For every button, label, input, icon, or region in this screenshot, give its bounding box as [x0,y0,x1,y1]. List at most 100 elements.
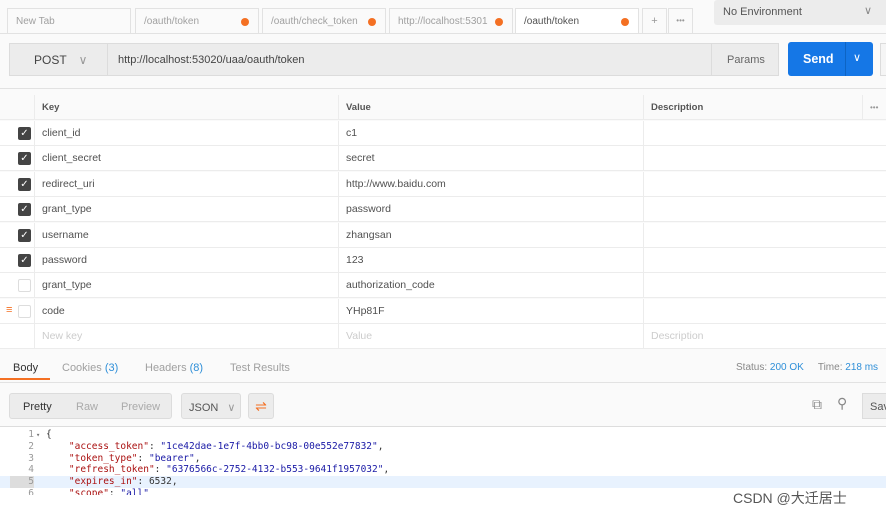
param-key[interactable]: client_id [34,121,338,146]
param-key[interactable]: grant_type [34,273,338,299]
code-token: "1ce42dae-1e7f-4bb0-bc98-00e552e77832" [160,440,378,452]
wrap-lines-icon[interactable]: ⇌ [248,393,274,419]
send-label: Send [803,52,834,66]
param-value[interactable]: YHp81F [338,298,643,324]
drag-handle-icon[interactable]: ≡ [6,304,12,316]
param-value[interactable]: password [338,197,643,223]
code-token: "token_type" [46,452,138,464]
row-checkbox[interactable]: ✓ [18,152,31,166]
cookies-count: (3) [104,362,119,374]
param-description[interactable] [643,146,886,172]
params-table-header: Key Value Description ••• [0,95,886,120]
tab-headers[interactable]: Headers (8) [145,362,203,374]
code-token: , [383,464,390,476]
param-row: ✓ redirect_uri http://www.baidu.com [0,171,886,197]
view-pretty[interactable]: Pretty [23,401,52,413]
fold-arrow-icon[interactable]: ▾ [36,429,40,441]
response-body-editor[interactable]: 1 ▾ {2 "access_token": "1ce42dae-1e7f-4bb0… [0,426,886,495]
line-number: 3 [28,452,34,464]
request-tab[interactable]: /oauth/token [135,8,259,34]
code-line: 4 "refresh_token": "6376566c-2752-4132-b… [0,464,886,476]
param-row: ✓ client_secret secret [0,146,886,172]
param-value[interactable]: zhangsan [338,222,643,248]
status-readout: Status: 200 OK Time: 218 ms [736,362,878,373]
param-row: ✓ grant_type password [0,197,886,223]
row-checkbox[interactable]: ✓ [18,203,31,217]
method-label: POST [34,53,67,67]
line-number: 5 [10,476,34,489]
param-value[interactable]: c1 [338,121,643,146]
param-value[interactable]: secret [338,146,643,172]
tab-label: New Tab [16,16,55,27]
param-description[interactable] [643,248,886,273]
send-button[interactable]: Send ∨ [788,42,873,76]
request-tab[interactable]: New Tab [7,8,131,34]
param-description[interactable] [643,222,886,248]
new-description-input[interactable]: Description [643,324,886,349]
tab-body[interactable]: Body [13,362,38,374]
watermark: CSDN @大迁居士 [733,490,847,506]
param-description[interactable] [643,197,886,223]
request-tab[interactable]: /oauth/check_token [262,8,386,34]
request-tab[interactable]: http://localhost:5301 [389,8,513,34]
request-tab[interactable]: /oauth/token [515,8,639,34]
table-more-icon[interactable]: ••• [862,95,886,120]
tab-label: http://localhost:5301 [398,16,488,27]
param-description[interactable] [643,298,886,324]
param-key[interactable]: password [34,248,338,273]
param-row: ✓ password 123 [0,248,886,273]
param-key[interactable]: client_secret [34,146,338,172]
line-number: 6 [28,488,34,495]
url-input[interactable]: http://localhost:53020/uaa/oauth/token [107,43,712,76]
new-key-input[interactable]: New key [34,324,338,349]
chevron-down-icon[interactable]: ∨ [853,51,861,64]
row-checkbox[interactable]: ✓ [18,177,31,191]
tab-more-button[interactable]: ••• [668,8,693,34]
param-value[interactable]: http://www.baidu.com [338,171,643,197]
code-token: "scope" [46,488,109,495]
code-token: "expires_in" [46,476,138,488]
code-token: , [377,440,384,452]
tab-cookies[interactable]: Cookies (3) [62,362,118,374]
param-description[interactable] [643,171,886,197]
param-row: ✓ client_id c1 [0,121,886,146]
save-button[interactable] [880,43,886,76]
row-checkbox[interactable] [18,279,31,293]
view-preview[interactable]: Preview [121,401,160,413]
param-description[interactable] [643,121,886,146]
active-tab-underline [0,378,50,380]
code-token: : [108,488,121,495]
row-checkbox[interactable]: ✓ [18,228,31,242]
param-value[interactable]: authorization_code [338,273,643,299]
param-key[interactable]: code [34,298,338,324]
format-select[interactable]: JSON ∨ [181,393,241,419]
row-checkbox[interactable] [18,304,31,318]
status-value: 200 OK [769,362,804,373]
param-description[interactable] [643,273,886,299]
copy-icon[interactable]: ⧉ [812,396,822,413]
code-token: : [154,464,167,476]
param-key[interactable]: redirect_uri [34,171,338,197]
search-icon[interactable]: ⚲ [837,395,847,412]
row-checkbox[interactable]: ✓ [18,127,31,140]
new-value-input[interactable]: Value [338,324,643,349]
cookies-label: Cookies [62,362,102,374]
save-response-button[interactable]: Sav [862,393,886,419]
new-tab-button[interactable]: + [642,8,667,34]
view-raw[interactable]: Raw [76,401,98,413]
param-key[interactable]: username [34,222,338,248]
param-key[interactable]: grant_type [34,197,338,223]
code-token: "all" [120,488,149,495]
method-select[interactable]: POST ∨ [9,43,108,76]
unsaved-dot-icon [495,18,503,26]
params-button[interactable]: Params [711,43,779,76]
code-line: 5 "expires_in": 6532, [0,476,886,489]
param-value[interactable]: 123 [338,248,643,273]
tab-label: /oauth/check_token [271,16,358,27]
tab-test-results[interactable]: Test Results [230,362,290,374]
code-line: 3 "token_type": "bearer", [0,453,886,465]
row-checkbox[interactable]: ✓ [18,254,31,267]
code-token: : [137,452,149,464]
code-token: , [194,452,201,464]
environment-select[interactable]: No Environment ∨ [714,0,886,25]
